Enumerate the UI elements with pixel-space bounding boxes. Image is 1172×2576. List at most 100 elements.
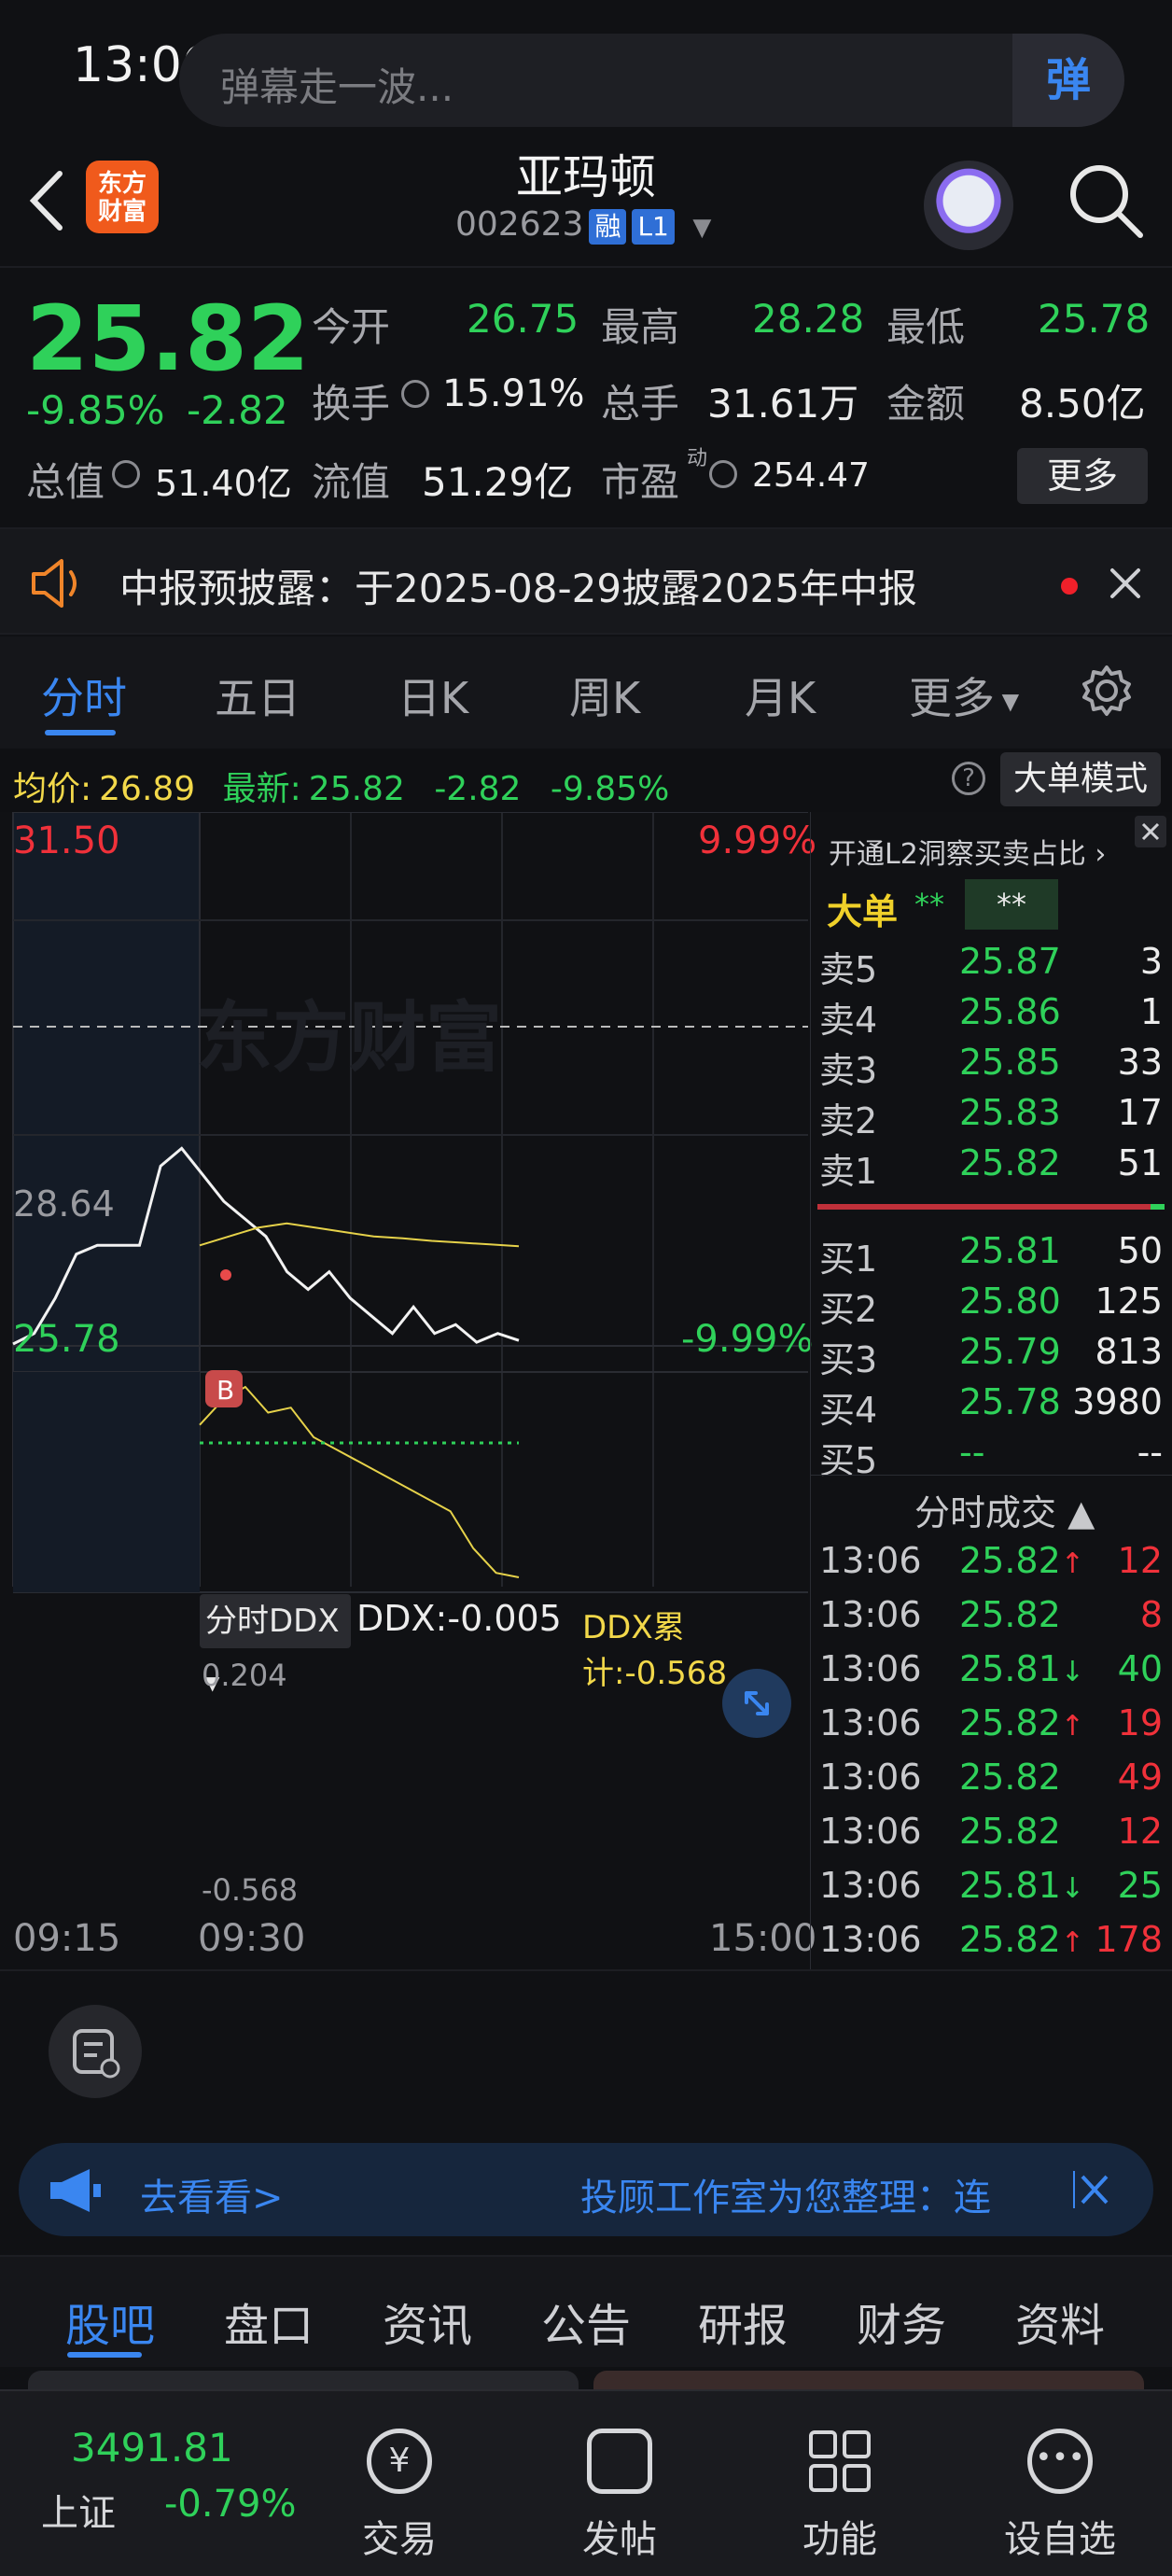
index-value[interactable]: 3491.81 <box>71 2425 233 2471</box>
nav-add-watchlist[interactable]: ••• 设自选 <box>976 2429 1144 2563</box>
float-label: 流值 <box>312 459 391 505</box>
megaphone-icon <box>50 2169 101 2212</box>
info-icon[interactable] <box>709 460 737 488</box>
nav-post[interactable]: 发帖 <box>536 2429 704 2563</box>
tab-intraday[interactable]: 分时 <box>41 665 127 726</box>
volume-value: 31.61万 <box>707 381 859 427</box>
assistant-robot-icon[interactable] <box>924 161 1013 250</box>
tab-profile[interactable]: 资料 <box>1015 2289 1105 2354</box>
open-value: 26.75 <box>467 296 579 342</box>
back-icon[interactable] <box>24 168 71 233</box>
big-order-ratio: ** <box>965 879 1058 930</box>
tab-daily-k[interactable]: 日K <box>398 665 468 726</box>
y-axis-bottom-pct: -9.99% <box>681 1318 814 1361</box>
trade-row: 13:06 25.82 49 <box>819 1757 1163 1798</box>
app-logo[interactable]: 东方 财富 <box>86 161 159 233</box>
high-value: 28.28 <box>752 296 865 342</box>
expand-chart-icon[interactable] <box>722 1669 791 1738</box>
big-order-value: ** <box>914 887 944 922</box>
ask-row: 卖5 25.87 3 <box>819 941 1163 990</box>
yen-icon: ¥ <box>367 2429 432 2494</box>
y-axis-top-pct: 9.99% <box>698 819 817 862</box>
avg-series <box>199 1222 520 1248</box>
low-value: 25.78 <box>1038 296 1151 342</box>
ddx-axis-bottom: -0.568 <box>202 1872 299 1908</box>
content-tabs: 股吧 盘口 资讯 公告 研报 财务 资料 <box>0 2255 1172 2367</box>
notice-bar[interactable]: 中报预披露：于2025-08-29披露2025年中报 <box>0 527 1172 635</box>
ask-row: 卖4 25.86 1 <box>819 991 1163 1041</box>
bid-row: 买2 25.80 125 <box>819 1281 1163 1330</box>
chart-tabs: 分时 五日 日K 周K 月K 更多 ▼ <box>0 637 1172 749</box>
level-tag: L1 <box>632 209 675 245</box>
index-change[interactable]: -0.79% <box>164 2483 297 2526</box>
trade-row: 13:06 25.82 12 <box>819 1811 1163 1852</box>
pe-value: 254.47 <box>752 456 870 495</box>
amount-value: 8.50亿 <box>1019 381 1146 427</box>
stock-code-row[interactable]: 002623 融 L1 ▼ <box>455 205 711 245</box>
info-icon[interactable] <box>112 460 140 488</box>
nav-trade[interactable]: ¥ 交易 <box>315 2429 483 2563</box>
nav-functions[interactable]: 功能 <box>756 2429 924 2563</box>
info-icon[interactable] <box>401 380 429 408</box>
turnover-value: 15.91% <box>442 372 585 415</box>
trade-row: 13:06 25.82↑ 12 <box>819 1540 1163 1581</box>
trades-title[interactable]: 分时成交 ▲ <box>914 1484 1095 1535</box>
grid-icon <box>807 2429 872 2494</box>
y-axis-bottom-price: 25.78 <box>13 1318 120 1361</box>
search-icon[interactable] <box>1064 159 1148 243</box>
margin-tag: 融 <box>589 209 627 245</box>
big-order-mode-button[interactable]: 大单模式 <box>1000 752 1161 806</box>
promo-link[interactable]: 去看看> <box>140 2167 284 2221</box>
tab-monthly-k[interactable]: 月K <box>745 665 816 726</box>
watermark: 东方财富 <box>196 994 502 1083</box>
tab-announcements[interactable]: 公告 <box>541 2289 631 2354</box>
x-axis-start: 09:15 <box>13 1917 121 1960</box>
indicator-selector[interactable]: 分时DDX ▼ <box>200 1594 351 1694</box>
amount-label: 金额 <box>886 381 966 427</box>
tab-forum[interactable]: 股吧 <box>65 2289 155 2354</box>
y-axis-mid-price: 28.64 <box>13 1183 115 1225</box>
send-comment-button[interactable]: 弹 <box>1012 34 1124 127</box>
index-name[interactable]: 上证 <box>41 2483 116 2537</box>
bottom-nav: 3491.81 上证 -0.79% ¥ 交易 发帖 功能 ••• 设自选 <box>0 2389 1172 2576</box>
low-label: 最低 <box>886 304 966 350</box>
tab-orderbook[interactable]: 盘口 <box>224 2289 314 2354</box>
speaker-icon <box>32 559 77 608</box>
unread-dot <box>1061 578 1078 595</box>
trade-row: 13:06 25.82↑ 178 <box>819 1919 1163 1960</box>
trade-row: 13:06 25.82 8 <box>819 1594 1163 1635</box>
ddx-axis-top: 0.204 <box>202 1658 287 1693</box>
avg-price-line <box>199 1222 520 1248</box>
close-icon[interactable] <box>1109 567 1142 600</box>
pe-label: 市盈 <box>601 459 680 505</box>
close-icon[interactable] <box>1073 2171 1110 2208</box>
active-tab-indicator <box>67 2352 142 2358</box>
tab-weekly-k[interactable]: 周K <box>569 665 640 726</box>
turnover-label: 换手 <box>312 381 391 427</box>
change-amount: -2.82 <box>187 387 288 433</box>
more-dots-icon: ••• <box>1027 2429 1093 2494</box>
settings-gear-icon[interactable] <box>1081 665 1133 717</box>
current-price: 25.82 <box>26 287 310 391</box>
quote-panel: 25.82 -9.85% -2.82 今开 26.75 最高 28.28 最低 … <box>0 266 1172 527</box>
notice-text: 中报预披露：于2025-08-29披露2025年中报 <box>119 566 917 611</box>
close-icon[interactable] <box>1135 816 1166 847</box>
tab-news[interactable]: 资讯 <box>383 2289 472 2354</box>
high-label: 最高 <box>601 304 680 350</box>
open-label: 今开 <box>312 304 391 350</box>
tab-financials[interactable]: 财务 <box>857 2289 946 2354</box>
more-button[interactable]: 更多 <box>1017 448 1148 504</box>
tab-more[interactable]: 更多 ▼ <box>909 665 1019 726</box>
bid-row: 买4 25.78 3980 <box>819 1381 1163 1431</box>
high-point-marker <box>220 1269 231 1281</box>
ddx-series <box>199 1385 520 1578</box>
comment-settings-icon[interactable] <box>49 2005 142 2098</box>
intraday-chart[interactable]: 东方财富 B 31.50 9.99% 28.64 25.78 -9.99% 分时… <box>0 812 816 1960</box>
help-icon[interactable]: ? <box>952 762 985 795</box>
mktcap-value: 51.40亿 <box>155 463 292 504</box>
tab-five-day[interactable]: 五日 <box>215 665 300 726</box>
l2-upgrade-link[interactable]: 开通L2洞察买卖占比 › <box>829 831 1106 872</box>
tab-research[interactable]: 研报 <box>698 2289 788 2354</box>
volume-label: 总手 <box>601 381 680 427</box>
active-tab-indicator <box>45 730 116 735</box>
